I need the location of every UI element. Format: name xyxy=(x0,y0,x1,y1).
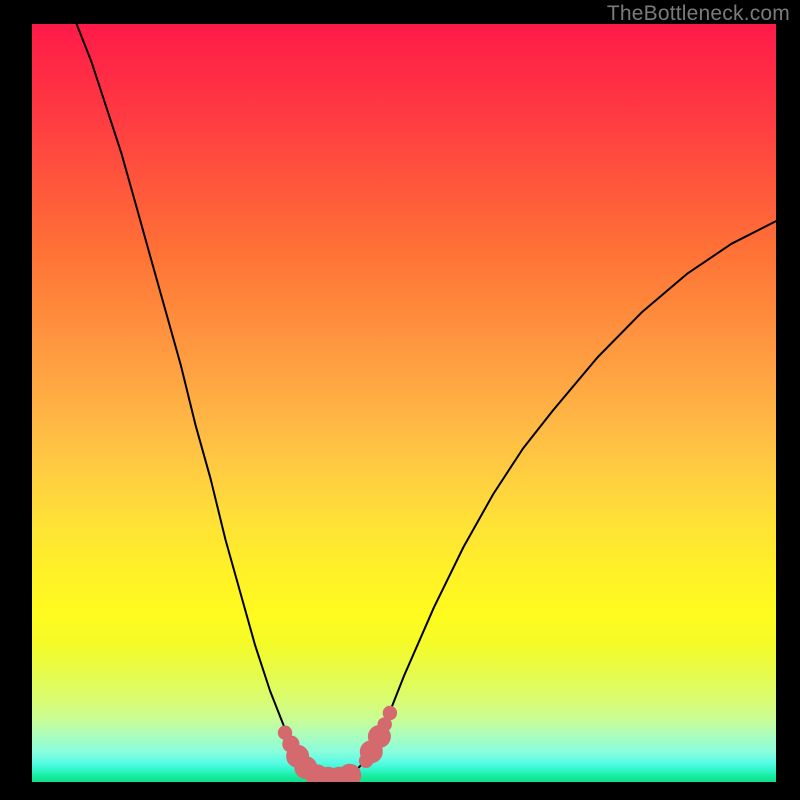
bottleneck-curve xyxy=(77,24,776,778)
watermark-label: TheBottleneck.com xyxy=(607,2,790,26)
plot-area xyxy=(32,24,776,782)
curve-marker xyxy=(338,764,361,782)
curve-marker xyxy=(383,706,397,720)
chart-svg xyxy=(32,24,776,782)
chart-stage: TheBottleneck.com xyxy=(0,0,800,800)
curve-markers xyxy=(278,706,397,782)
